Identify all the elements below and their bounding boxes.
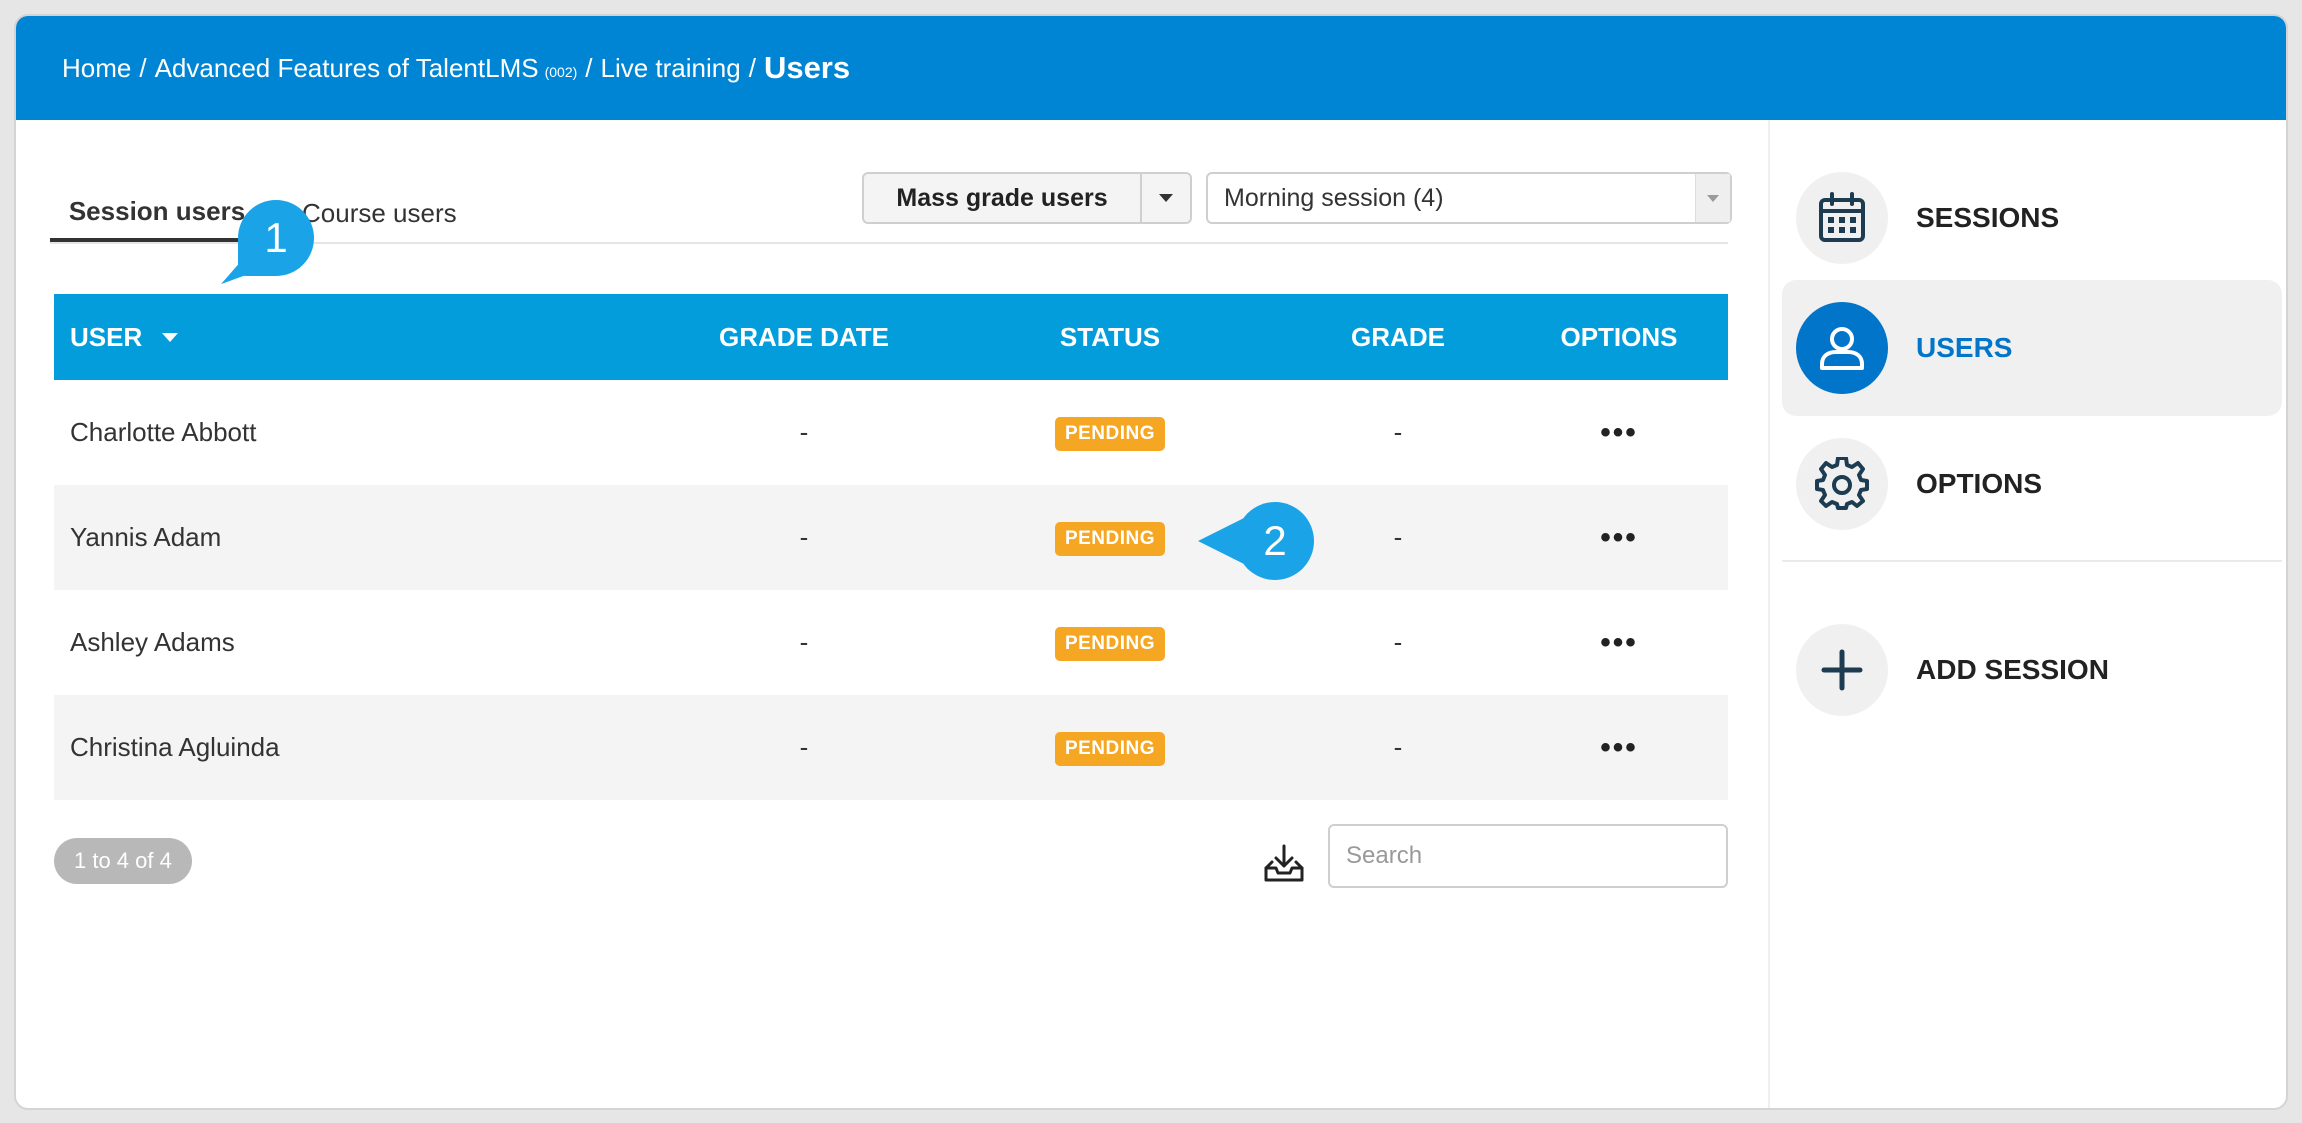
column-header-status[interactable]: STATUS [934,322,1286,353]
user-name[interactable]: Yannis Adam [54,522,674,553]
tab-course-users[interactable]: Course users [302,186,457,240]
users-table: USER GRADE DATE STATUS GRADE OPTIONS Cha… [54,294,1728,800]
sidebar-item-label: ADD SESSION [1916,654,2109,685]
row-options-icon[interactable]: ••• [1600,731,1638,764]
sidebar-item-options[interactable]: OPTIONS [1782,416,2282,552]
grade-date: - [799,417,809,447]
breadcrumb-course-code: (002) [544,64,578,80]
sidebar: SESSIONS USERS OPTIONS ADD SESSION [1768,120,2286,1108]
row-options-icon[interactable]: ••• [1600,416,1638,449]
table-row: Yannis Adam - PENDING - ••• [54,485,1728,590]
sidebar-item-label: USERS [1916,332,2013,363]
sidebar-item-users[interactable]: USERS [1782,280,2282,416]
column-header-grade[interactable]: GRADE [1286,322,1510,353]
sort-desc-icon [162,332,179,342]
table-row: Ashley Adams - PENDING - ••• [54,590,1728,695]
breadcrumb-separator: / [748,52,756,83]
user-name[interactable]: Christina Agluinda [54,732,674,763]
callout-1: 1 [238,200,314,276]
user-name[interactable]: Charlotte Abbott [54,417,674,448]
sessions-icon-circle [1796,172,1888,264]
breadcrumb-course[interactable]: Advanced Features of TalentLMS [155,53,539,84]
row-options-icon[interactable]: ••• [1600,521,1638,554]
status-badge: PENDING [1054,521,1166,556]
chevron-down-icon [1159,194,1173,202]
grade-value: - [1393,417,1403,447]
user-name[interactable]: Ashley Adams [54,627,674,658]
status-badge: PENDING [1054,416,1166,451]
mass-grade-button[interactable]: Mass grade users [864,174,1142,222]
table-row: Charlotte Abbott - PENDING - ••• [54,380,1728,485]
page-title: Users [763,50,851,85]
add-session-icon-circle [1796,624,1888,716]
user-icon [1820,327,1864,370]
column-header-user[interactable]: USER [54,322,674,353]
calendar-icon [1819,192,1865,242]
status-badge: PENDING [1054,731,1166,766]
breadcrumb-separator: / [139,52,147,83]
gear-icon [1815,457,1869,510]
row-options-icon[interactable]: ••• [1600,626,1638,659]
table-row: Christina Agluinda - PENDING - ••• [54,695,1728,800]
column-header-grade-date[interactable]: GRADE DATE [674,322,934,353]
breadcrumb-separator: / [585,52,593,83]
status-badge: PENDING [1054,626,1166,661]
tab-session-users[interactable]: Session users [50,184,264,242]
grade-date: - [799,522,809,552]
grade-value: - [1393,732,1403,762]
breadcrumb: Home / Advanced Features of TalentLMS (0… [16,16,2286,120]
users-icon-circle [1796,302,1888,394]
mass-grade-dropdown-toggle[interactable] [1142,174,1190,222]
breadcrumb-home[interactable]: Home [62,53,131,84]
sidebar-item-add-session[interactable]: ADD SESSION [1782,602,2282,738]
session-select-value: Morning session (4) [1224,183,1444,212]
export-button[interactable] [1260,840,1308,888]
callout-2: 2 [1198,502,1314,580]
sidebar-divider [1782,560,2282,562]
chevron-down-icon [1707,194,1719,202]
table-header: USER GRADE DATE STATUS GRADE OPTIONS [54,294,1728,380]
sidebar-item-label: OPTIONS [1916,468,2043,499]
main-content: Session users Course users Mass grade us… [16,120,1768,1108]
grade-date: - [799,627,809,657]
breadcrumb-unit[interactable]: Live training [601,53,741,84]
options-icon-circle [1796,438,1888,530]
grade-value: - [1393,522,1403,552]
download-tray-icon [1264,844,1304,882]
grade-date: - [799,732,809,762]
grade-value: - [1393,627,1403,657]
pagination-count: 1 to 4 of 4 [54,838,192,884]
session-select[interactable]: Morning session (4) [1206,172,1732,224]
sidebar-item-label: SESSIONS [1916,202,2060,233]
plus-icon [1821,649,1863,691]
session-select-arrow[interactable] [1695,174,1730,222]
mass-grade-button-group: Mass grade users [862,172,1192,224]
app-window: Home / Advanced Features of TalentLMS (0… [14,14,2288,1110]
search-input[interactable] [1328,824,1728,888]
column-header-options: OPTIONS [1560,321,1678,352]
column-header-user-label: USER [70,321,143,352]
sidebar-item-sessions[interactable]: SESSIONS [1782,150,2282,286]
